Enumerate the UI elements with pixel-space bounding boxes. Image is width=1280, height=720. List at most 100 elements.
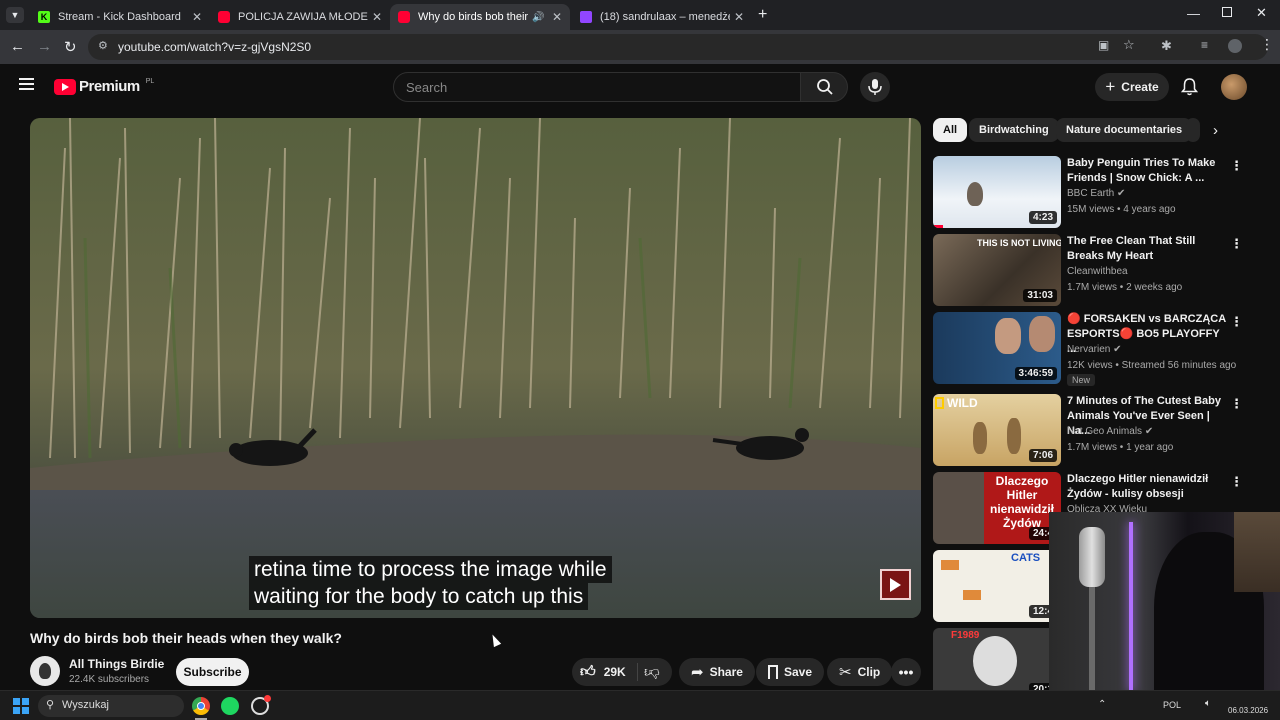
tab-sandrulaax[interactable]: (18) sandrulaax – menedżer klipów ✕ (572, 4, 752, 30)
recommendation-meta: 1.7M views • 1 year ago (1067, 442, 1174, 453)
minimize-button[interactable]: — (1187, 6, 1200, 21)
taskbar-search-box[interactable]: ⚲ Wyszukaj (38, 695, 184, 717)
url-text: youtube.com/watch?v=z-gjVgsN2S0 (118, 40, 312, 54)
close-tab-icon[interactable]: ✕ (734, 10, 744, 24)
recommendation-title[interactable]: Baby Penguin Tries To Make Friends | Sno… (1067, 156, 1227, 186)
recommendation-meta: 1.7M views • 2 weeks ago (1067, 282, 1183, 293)
close-window-button[interactable]: ✕ (1256, 5, 1267, 21)
chip-birdwatching[interactable]: Birdwatching (969, 118, 1059, 142)
cast-icon[interactable]: ▣ (1098, 38, 1109, 52)
thumbnail[interactable]: 4:23 (933, 156, 1061, 228)
more-vertical-icon[interactable]: ⋮ (1230, 158, 1243, 174)
chrome-taskbar-icon[interactable] (192, 697, 210, 715)
more-vertical-icon[interactable]: ⋮ (1230, 314, 1243, 330)
youtube-icon (218, 11, 230, 23)
twitch-icon (580, 11, 592, 23)
recommendation-channel[interactable]: Nervarien ✔ (1067, 344, 1122, 355)
dislike-button[interactable]: 👍︎ (644, 663, 660, 681)
restore-button[interactable] (1222, 7, 1232, 17)
channel-avatar[interactable] (30, 656, 60, 686)
recommendation-title[interactable]: The Free Clean That Still Breaks My Hear… (1067, 234, 1227, 264)
close-tab-icon[interactable]: ✕ (192, 10, 202, 24)
microphone-arm (1089, 587, 1095, 697)
video-player[interactable]: retina time to process the image while w… (30, 118, 921, 618)
new-tab-button[interactable]: + (758, 6, 767, 24)
reload-button[interactable]: ↻ (64, 38, 77, 56)
video-title: Why do birds bob their heads when they w… (30, 630, 342, 646)
channel-watermark-subscribe-icon[interactable] (880, 569, 911, 600)
create-button[interactable]: + Create (1095, 73, 1169, 101)
save-button[interactable]: Save (756, 658, 825, 686)
subscribe-button[interactable]: Subscribe (176, 658, 249, 686)
browser-menu-icon[interactable]: ⋮ (1260, 36, 1274, 53)
site-info-icon[interactable]: ⚙ (98, 39, 108, 52)
tab-kick-dashboard[interactable]: K Stream - Kick Dashboard ✕ (30, 4, 210, 30)
close-tab-icon[interactable]: ✕ (552, 10, 562, 24)
recommendation-channel[interactable]: Nat Geo Animals ✔ (1067, 426, 1153, 437)
search-input[interactable]: Search (393, 72, 801, 102)
recommendation-item[interactable]: THIS IS NOT LIVING 31:03 The Free Clean … (933, 234, 1243, 306)
recommendation-item[interactable]: 3:46:59 🔴 FORSAKEN vs BARCZĄCA ESPORTS🔴 … (933, 312, 1243, 386)
youtube-play-icon (54, 78, 76, 95)
taskbar-search-placeholder: Wyszukaj (62, 699, 109, 711)
app-icon[interactable] (251, 695, 271, 715)
recommendation-item[interactable]: 4:23 Baby Penguin Tries To Make Friends … (933, 156, 1243, 228)
spotify-icon[interactable] (221, 697, 239, 715)
voice-search-button[interactable] (860, 72, 890, 102)
hamburger-menu-icon[interactable] (19, 78, 34, 90)
recommendation-title[interactable]: Dlaczego Hitler nienawidził Żydów - kuli… (1067, 472, 1227, 502)
microphone-icon (868, 79, 882, 95)
media-control-icon[interactable]: ≡ (1201, 38, 1208, 52)
thumbnail[interactable]: 3:46:59 (933, 312, 1061, 384)
chip-partial[interactable] (1186, 118, 1200, 142)
more-actions-button[interactable]: ••• (891, 658, 921, 686)
shelf (1234, 512, 1280, 592)
clip-button[interactable]: ✂ Clip (827, 658, 893, 686)
back-button[interactable]: ← (10, 38, 25, 55)
clock-date[interactable]: 06.03.2026 (1228, 706, 1268, 715)
thumbs-up-icon: 👍︎ (580, 663, 596, 680)
bookmark-star-icon[interactable]: ☆ (1123, 37, 1135, 53)
tray-chevron-up-icon[interactable]: ⌃ (1098, 699, 1106, 710)
forward-button[interactable]: → (37, 38, 52, 55)
region-code: PL (145, 78, 155, 85)
close-tab-icon[interactable]: ✕ (372, 10, 382, 24)
recommendation-item[interactable]: WILD 7:06 7 Minutes of The Cutest Baby A… (933, 394, 1243, 466)
profile-avatar[interactable] (1228, 39, 1242, 53)
chip-nature-documentaries[interactable]: Nature documentaries (1056, 118, 1193, 142)
recommendation-channel[interactable]: Cleanwithbea (1067, 266, 1128, 277)
language-indicator[interactable]: POL (1163, 700, 1181, 710)
channel-name[interactable]: All Things Birdie (69, 657, 164, 671)
address-bar[interactable]: ⚙ youtube.com/watch?v=z-gjVgsN2S0 ▣ ☆ (88, 34, 1268, 60)
chip-all[interactable]: All (933, 118, 968, 142)
volume-icon[interactable]: 🔈︎ (1205, 698, 1211, 709)
tab-search-button[interactable]: ▼ (6, 7, 24, 23)
tab-birds-video[interactable]: Why do birds bob their heads 🔊 ✕ (390, 4, 570, 30)
search-icon (817, 79, 833, 95)
account-avatar[interactable] (1221, 74, 1247, 100)
thumbnail[interactable]: CATS 12:4 (933, 550, 1061, 622)
like-button[interactable]: 👍︎ 29K (580, 663, 626, 681)
recommendation-channel[interactable]: BBC Earth ✔ (1067, 188, 1125, 199)
windows-taskbar: ⚲ Wyszukaj ⌃ POL 🔈︎ 06.03.2026 (0, 690, 1280, 720)
extensions-icon[interactable]: ✱ (1161, 38, 1172, 54)
share-button[interactable]: ➦ Share (679, 658, 755, 686)
more-vertical-icon[interactable]: ⋮ (1230, 396, 1243, 412)
youtube-logo[interactable]: Premium PL (54, 78, 154, 95)
search-button[interactable] (800, 72, 848, 102)
tab-policja[interactable]: POLICJA ZAWIJA MŁODEGO STREA ✕ (210, 4, 390, 30)
thumbnail[interactable]: WILD 7:06 (933, 394, 1061, 466)
thumbnail[interactable]: THIS IS NOT LIVING 31:03 (933, 234, 1061, 306)
verified-icon: ✔ (1113, 344, 1122, 355)
speaker-icon[interactable]: 🔊 (532, 12, 544, 23)
chevron-right-icon[interactable]: › (1213, 122, 1218, 139)
notifications-bell-icon[interactable] (1180, 78, 1199, 101)
thumbnail-text: F1989 (951, 630, 980, 641)
more-vertical-icon[interactable]: ⋮ (1230, 236, 1243, 252)
more-vertical-icon[interactable]: ⋮ (1230, 474, 1243, 490)
thumbnail[interactable]: Dlaczego Hitler nienawidził Żydów 24:4 (933, 472, 1061, 544)
caption-line-2: waiting for the body to catch up this (249, 583, 589, 610)
thumbnail-text: Dlaczego Hitler nienawidził Żydów (989, 474, 1054, 530)
windows-start-icon[interactable] (13, 698, 29, 714)
subscriber-count: 22.4K subscribers (69, 674, 150, 685)
